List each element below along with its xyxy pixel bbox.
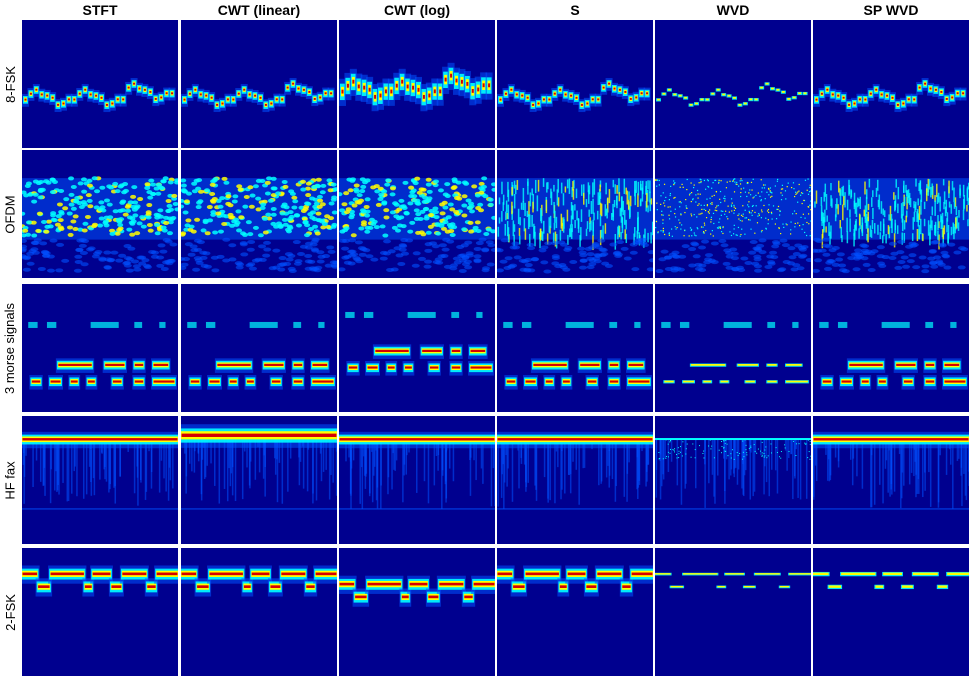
column-header-sp-wvd: SP WVD <box>863 2 919 18</box>
spectrogram-8-fsk-s <box>497 78 651 113</box>
panel-8-fsk-wvd <box>655 20 811 148</box>
panel-hf-fax-stft <box>22 416 178 544</box>
spectrogram-ofdm-cwt-linear <box>181 176 337 273</box>
spectrogram-3-morse-signals-stft <box>28 321 177 390</box>
spectrogram-hf-fax-s <box>497 431 653 510</box>
column-header-wvd: WVD <box>716 2 750 18</box>
panel-8-fsk-cwt-log <box>339 20 495 148</box>
spectrogram-hf-fax-cwt-linear <box>181 424 337 510</box>
spectrogram-3-morse-signals-cwt-linear <box>187 321 336 390</box>
panel-ofdm-s <box>497 150 653 278</box>
spectrogram-hf-fax-stft <box>22 431 178 510</box>
spectrogram-2-fsk-s <box>497 565 653 597</box>
panel-ofdm-sp-wvd <box>813 150 969 278</box>
panel-hf-fax-cwt-linear <box>181 416 337 544</box>
spectrogram-8-fsk-wvd <box>656 82 808 107</box>
column-header-stft: STFT <box>82 2 118 18</box>
panel-ofdm-cwt-log <box>339 150 495 278</box>
spectrogram-ofdm-cwt-log <box>339 176 495 273</box>
spectrogram-hf-fax-wvd <box>655 438 811 510</box>
panel-2-fsk-wvd <box>655 548 811 676</box>
row-label-8-fsk: 8-FSK <box>2 65 18 103</box>
spectrogram-8-fsk-stft <box>22 78 176 113</box>
panel-3-morse-signals-sp-wvd <box>813 284 969 412</box>
panel-ofdm-cwt-linear <box>181 150 337 278</box>
spectrogram-8-fsk-cwt-log <box>339 62 493 112</box>
spectrogram-3-morse-signals-wvd <box>661 321 809 384</box>
column-header-s: S <box>570 2 580 18</box>
spectrogram-3-morse-signals-s <box>503 321 652 390</box>
row-label-3-morse-signals: 3 morse signals <box>2 302 18 394</box>
spectrogram-2-fsk-wvd <box>655 572 811 589</box>
panel-8-fsk-sp-wvd <box>813 20 969 148</box>
panel-2-fsk-s <box>497 548 653 676</box>
panel-ofdm-stft <box>22 150 178 278</box>
panel-2-fsk-sp-wvd <box>813 548 969 676</box>
panel-hf-fax-sp-wvd <box>813 416 969 544</box>
spectrogram-ofdm-stft <box>22 176 178 273</box>
spectrogram-2-fsk-cwt-linear <box>181 565 337 597</box>
spectrogram-2-fsk-sp-wvd <box>813 571 969 590</box>
column-header-cwt-linear: CWT (linear) <box>217 2 301 18</box>
spectrogram-hf-fax-sp-wvd <box>813 431 969 510</box>
panel-hf-fax-s <box>497 416 653 544</box>
panel-8-fsk-stft <box>22 20 178 148</box>
panel-8-fsk-cwt-linear <box>181 20 337 148</box>
panel-3-morse-signals-cwt-linear <box>181 284 337 412</box>
row-label-ofdm: OFDM <box>2 194 18 234</box>
panel-hf-fax-cwt-log <box>339 416 495 544</box>
spectrogram-ofdm-wvd <box>655 178 811 274</box>
panel-3-morse-signals-stft <box>22 284 178 412</box>
column-header-cwt-log: CWT (log) <box>383 2 451 18</box>
panel-3-morse-signals-s <box>497 284 653 412</box>
panel-hf-fax-wvd <box>655 416 811 544</box>
panel-8-fsk-s <box>497 20 653 148</box>
panel-2-fsk-stft <box>22 548 178 676</box>
panel-3-morse-signals-wvd <box>655 284 811 412</box>
spectrogram-hf-fax-cwt-log <box>339 431 495 510</box>
spectrogram-8-fsk-cwt-linear <box>181 78 335 113</box>
spectrogram-2-fsk-cwt-log <box>339 575 495 607</box>
spectrogram-3-morse-signals-sp-wvd <box>819 321 968 390</box>
panel-3-morse-signals-cwt-log <box>339 284 495 412</box>
panel-2-fsk-cwt-linear <box>181 548 337 676</box>
spectrogram-ofdm-s <box>497 178 653 274</box>
spectrogram-3-morse-signals-cwt-log <box>345 311 494 376</box>
spectrogram-8-fsk-sp-wvd <box>813 78 967 113</box>
row-label-hf-fax: HF fax <box>2 460 18 500</box>
panel-ofdm-wvd <box>655 150 811 278</box>
spectrogram-ofdm-sp-wvd <box>813 178 969 274</box>
row-label-2-fsk: 2-FSK <box>2 593 18 631</box>
panel-2-fsk-cwt-log <box>339 548 495 676</box>
spectrogram-2-fsk-stft <box>22 565 178 597</box>
